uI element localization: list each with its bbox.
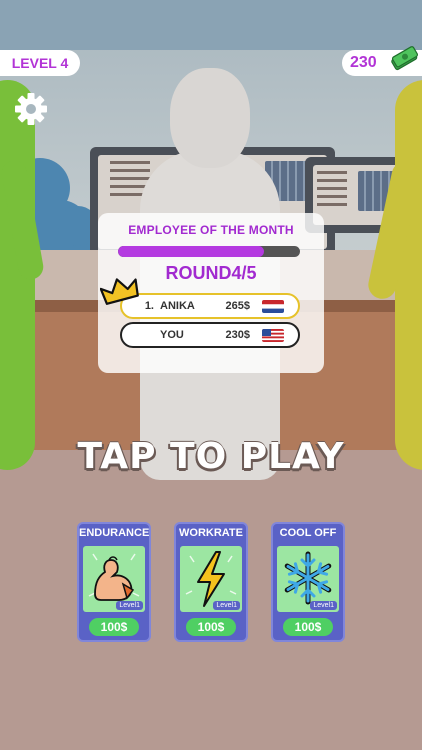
player-name: YOU (160, 329, 184, 341)
ceiling-strip (0, 0, 422, 50)
upgrade-title: ENDURANCE (79, 527, 150, 539)
upgrade-level: Level1 (310, 601, 337, 610)
upgrade-art: Level1 (277, 546, 339, 612)
tap-to-play-button[interactable]: TAP TO PLAY (0, 436, 422, 477)
player-character-head (170, 68, 250, 168)
upgrade-price-button[interactable]: 100$ (89, 618, 139, 636)
round-progress-bar (118, 246, 300, 257)
netherlands-flag-icon (262, 299, 284, 313)
player-score: 230$ (225, 329, 250, 341)
money-stack-icon (391, 46, 418, 71)
round-progress-fill (118, 246, 264, 257)
upgrade-price-button[interactable]: 100$ (283, 618, 333, 636)
leaderboard-row: 1. ANIKA 265$ (120, 293, 300, 319)
upgrade-art: Level1 (180, 546, 242, 612)
upgrade-art: Level1 (83, 546, 145, 612)
upgrade-level: Level1 (116, 601, 143, 610)
gear-icon[interactable] (14, 92, 48, 126)
leaderboard-row: YOU 230$ (120, 322, 300, 348)
player-score: 265$ (225, 300, 250, 312)
crown-icon (100, 278, 139, 305)
upgrade-price-button[interactable]: 100$ (186, 618, 236, 636)
level-indicator: LEVEL 4 (0, 50, 80, 76)
upgrade-card-cool-off[interactable]: COOL OFF Level1 100$ (271, 522, 345, 642)
cash-counter: 230 (342, 46, 422, 76)
upgrade-level: Level1 (213, 601, 240, 610)
level-label: LEVEL 4 (11, 55, 69, 71)
upgrade-title: WORKRATE (179, 527, 243, 539)
rival-yellow-character (395, 80, 422, 470)
player-name: ANIKA (160, 300, 195, 312)
cash-amount: 230 (350, 54, 377, 71)
upgrade-title: COOL OFF (279, 527, 337, 539)
usa-flag-icon (262, 328, 284, 342)
panel-title: EMPLOYEE OF THE MONTH (128, 223, 294, 237)
upgrade-card-endurance[interactable]: ENDURANCE Level1 100$ (77, 522, 151, 642)
upgrade-card-workrate[interactable]: WORKRATE Level1 100$ (174, 522, 248, 642)
